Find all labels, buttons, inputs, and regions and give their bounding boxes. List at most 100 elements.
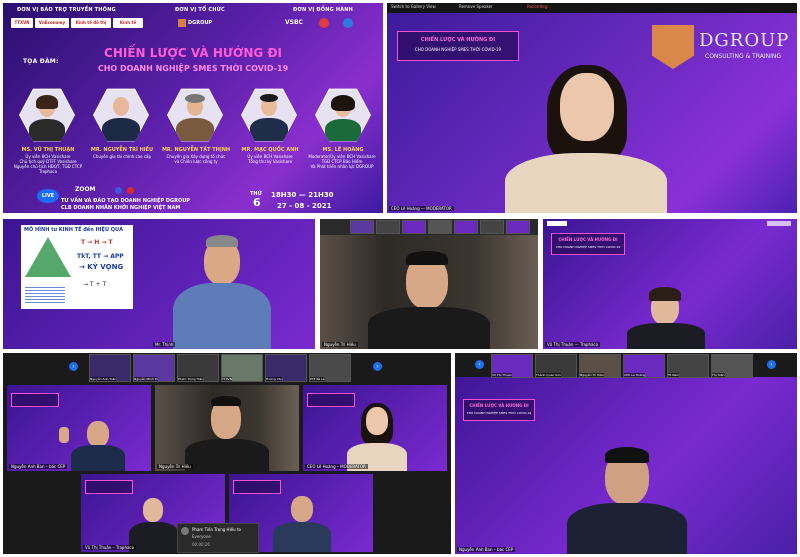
thuan-logo-row [547, 221, 793, 227]
chat-time: 00:00:26 [192, 542, 210, 547]
slide-eq4: → T + T [83, 281, 107, 288]
zoom-toolbar: Switch to Gallery View Remove Speaker Re… [387, 3, 797, 13]
footer-line-2: CLB DOANH NHÂN KHỞI NGHIỆP VIỆT NAM [61, 205, 181, 211]
gallery-cell-2[interactable]: Nguyễn Trí Hiếu [155, 385, 299, 471]
gallery-thumb-strip: Nguyễn Anh Tuấn Nguyễn Minh Tú Phạm Trọn… [89, 354, 351, 382]
speaker-name-5: MS. LÊ HOÀNG [322, 147, 364, 153]
gallery-thumb-3[interactable]: Phạm Trọng Hiếu [177, 354, 219, 382]
slide-title: MÔ HÌNH tư KINH TẾ đến HIỆU QUẢ [24, 227, 123, 233]
youtube-icon [127, 187, 134, 194]
gallery-cell-1-title [11, 393, 59, 407]
chat-notification[interactable]: Phạm Tiến Trọng Hiếu to Everyone 00:00:2… [177, 523, 259, 553]
last-thumb-6[interactable]: Thị Tuấn [711, 354, 753, 378]
gallery-thumb-6[interactable]: PTE Bà Lê [309, 354, 351, 382]
shared-slide: MÔ HÌNH tư KINH TẾ đến HIỆU QUẢ T → H → … [21, 225, 133, 309]
poster-title-line2: CHO DOANH NGHIỆP SMES THỜI COVID-19 [97, 64, 289, 73]
thuan-mini-title: CHIẾN LƯỢC VÀ HƯỚNG ĐI CHO DOANH NGHIỆP … [551, 233, 625, 255]
moderator-video-tile[interactable]: Switch to Gallery View Remove Speaker Re… [387, 3, 797, 213]
event-date: 27 - 08 - 2021 [277, 202, 332, 210]
hieu-thumb-strip [350, 220, 530, 234]
last-speaker-hair [605, 447, 649, 463]
last-prev-icon[interactable]: ‹ [475, 360, 484, 369]
gallery-thumb-2[interactable]: Nguyễn Minh Tú [133, 354, 175, 382]
chat-message: Everyone [192, 534, 211, 539]
event-poster-panel: ĐƠN VỊ BẢO TRỢ TRUYỀN THÔNG ĐƠN VỊ TỔ CH… [3, 3, 383, 213]
toolbar-recording[interactable]: Recording... [527, 4, 551, 9]
gallery-thumb-1[interactable]: Nguyễn Anh Tuấn [89, 354, 131, 382]
footer-line-1: TƯ VẤN VÀ ĐÀO TẠO DOANH NGHIỆP DGROUP [61, 198, 190, 204]
presenter-thinh-label: Mr. Thịnh [153, 342, 176, 347]
slide-triangle [25, 237, 71, 277]
last-thumb-5[interactable]: Tô Nam [667, 354, 709, 378]
toolbar-gallery-view[interactable]: Switch to Gallery View [391, 4, 436, 9]
poster-title-line1: CHIẾN LƯỢC VÀ HƯỚNG ĐI [104, 46, 282, 60]
thuan-body [627, 323, 705, 349]
last-mini-title-line2: CHO DOANH NGHIỆP SMES THỜI COVID-19 [466, 411, 532, 415]
event-time: 18H30 — 21H30 [271, 191, 334, 199]
organizer-label: ĐƠN VỊ TỔ CHỨC [175, 7, 225, 13]
toolbar-remove-speaker[interactable]: Remove Speaker [459, 4, 493, 9]
gallery-cell-1-label: Nguyễn Anh Ban – bác CEP [9, 464, 68, 469]
moderator-body [505, 153, 667, 213]
speaker-photo-4 [241, 88, 297, 142]
dgroup-logo-icon [652, 25, 694, 69]
live-badge: LIVE [37, 189, 59, 203]
chat-avatar-icon [181, 527, 189, 535]
speaker-thuan-tile[interactable]: CHIẾN LƯỢC VÀ HƯỚNG ĐI CHO DOANH NGHIỆP … [543, 219, 797, 349]
gallery-next-icon[interactable]: › [373, 362, 382, 371]
moderator-name-label: CEO Lê Hoàng — MODERATOR [389, 206, 454, 211]
sponsor-media-label: ĐƠN VỊ BẢO TRỢ TRUYỀN THÔNG [17, 7, 116, 13]
logo-vneconomy: VnEconomy [35, 18, 69, 28]
last-speaker-label: Nguyễn Anh Ban – bác CEP [457, 547, 516, 552]
dgroup-brand-sub: CONSULTING & TRAINING [705, 53, 782, 60]
gallery-thumb-4[interactable]: TTXVN [221, 354, 263, 382]
chat-sender: Phạm Tiến Trọng Hiếu to [192, 527, 241, 532]
speaker-photo-3 [167, 88, 223, 142]
speaker-role-1: Ủy viên BCH Vasishare Chủ tịch quỹ DTFF … [13, 154, 83, 174]
speaker-name-1: MS. VŨ THỊ THUẬN [21, 147, 75, 153]
logo-kinh-te-do-thi: Kinh tế đô thị [71, 18, 111, 28]
last-thumb-1[interactable]: Vũ Thị Thuận [491, 354, 533, 378]
speaker-last-tile[interactable]: Vũ Thị Thuận Thành Quan Sơn Nguyễn Trí H… [455, 353, 797, 554]
gallery-cell-2-label: Nguyễn Trí Hiếu [157, 464, 193, 469]
speaker-role-4: Ủy viên BCH Vasishare Tổng thư ký Vasish… [247, 154, 293, 164]
last-mini-title-line1: CHIẾN LƯỢC VÀ HƯỚNG ĐI [469, 403, 529, 408]
co-host-label: ĐƠN VỊ ĐỒNG HÀNH [293, 7, 354, 13]
logo-blue-seal [343, 18, 353, 28]
speaker-name-4: MR. MẠC QUỐC ANH [241, 147, 299, 153]
gallery-cell-3[interactable]: CEO Lê Hoàng – MODERATOR [303, 385, 447, 471]
mini-title-line2: CHO DOANH NGHIỆP SMES THỜI COVID-19 [414, 47, 502, 52]
speaker-hieu-tile[interactable]: Nguyễn Trí Hiếu [320, 219, 538, 349]
thuan-mini-title-line1: CHIẾN LƯỢC VÀ HƯỚNG ĐI [558, 237, 618, 242]
speaker-photo-2 [93, 88, 149, 142]
logo-red-seal [319, 18, 329, 28]
last-next-icon[interactable]: › [767, 360, 776, 369]
logo-ttxvn: TTXVN [11, 18, 33, 28]
gallery-cell-3-label: CEO Lê Hoàng – MODERATOR [305, 464, 368, 469]
hieu-name-label: Nguyễn Trí Hiếu [322, 342, 358, 347]
gallery-cell-3-title [307, 393, 355, 407]
gallery-view-panel[interactable]: Nguyễn Anh Tuấn Nguyễn Minh Tú Phạm Trọn… [3, 353, 451, 554]
gallery-thumb-5[interactable]: Hoàng Văn [265, 354, 307, 382]
mini-title-line1: CHIẾN LƯỢC VÀ HƯỚNG ĐI [420, 37, 496, 43]
speaker-role-3: Chuyên gia Xây dựng tổ chức và Chiến lượ… [166, 154, 226, 164]
moderator-face [560, 73, 614, 141]
gallery-cell-1[interactable]: Nguyễn Anh Ban – bác CEP [7, 385, 151, 471]
speaker-name-2: MR. NGUYỄN TRÍ HIẾU [90, 147, 154, 153]
logo-vsbc: VSBC [285, 19, 303, 26]
day-number: 6 [253, 196, 261, 209]
gallery-prev-icon[interactable]: ‹ [69, 362, 78, 371]
gallery-cell-5-title [233, 480, 281, 494]
dgroup-brand: DGROUP [699, 30, 790, 51]
speaker-role-2: Chuyên gia tài chính cao cấp [92, 154, 152, 159]
raised-hand-icon [59, 427, 69, 443]
presenter-slide-tile[interactable]: MÔ HÌNH tư KINH TẾ đến HIỆU QUẢ T → H → … [3, 219, 315, 349]
thuan-name-label: Vũ Thị Thuận — Traphaco [545, 342, 601, 347]
last-thumb-4[interactable]: CEO Lê Hoàng [623, 354, 665, 378]
last-thumb-2[interactable]: Thành Quan Sơn [535, 354, 577, 378]
last-thumb-3[interactable]: Nguyễn Trí Hiếu [579, 354, 621, 378]
zoom-label: ZOOM [75, 186, 96, 193]
logo-kinh-te: Kinh tế [113, 18, 143, 28]
speaker-role-5: Moderator/Ủy viên BCH Vasishare TGĐ CTCP… [308, 154, 376, 169]
last-mini-title: CHIẾN LƯỢC VÀ HƯỚNG ĐI CHO DOANH NGHIỆP … [463, 399, 535, 421]
